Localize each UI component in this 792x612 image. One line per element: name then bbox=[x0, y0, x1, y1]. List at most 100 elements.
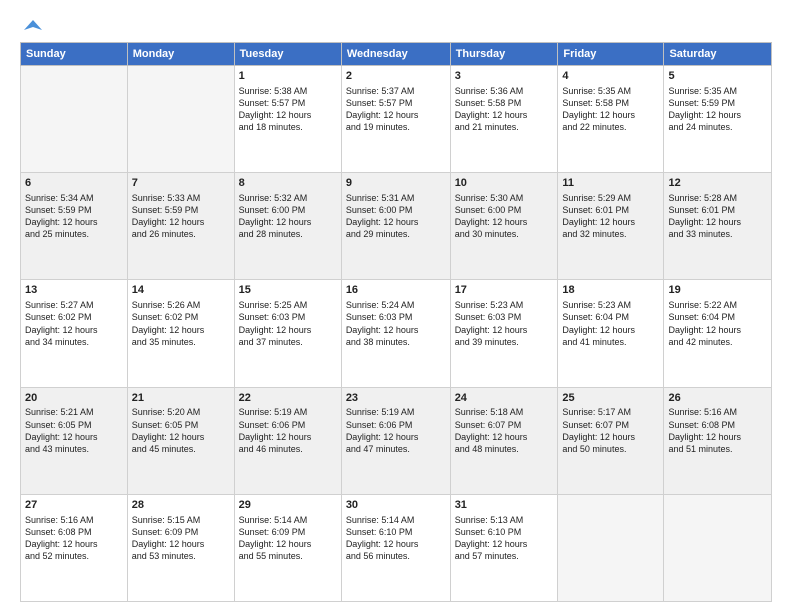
calendar-cell: 10Sunrise: 5:30 AM Sunset: 6:00 PM Dayli… bbox=[450, 173, 558, 280]
day-number: 27 bbox=[25, 498, 123, 513]
calendar-cell: 14Sunrise: 5:26 AM Sunset: 6:02 PM Dayli… bbox=[127, 280, 234, 387]
day-info: Sunrise: 5:34 AM Sunset: 5:59 PM Dayligh… bbox=[25, 192, 123, 241]
day-info: Sunrise: 5:14 AM Sunset: 6:09 PM Dayligh… bbox=[239, 514, 337, 563]
day-info: Sunrise: 5:13 AM Sunset: 6:10 PM Dayligh… bbox=[455, 514, 554, 563]
calendar-cell: 24Sunrise: 5:18 AM Sunset: 6:07 PM Dayli… bbox=[450, 387, 558, 494]
day-number: 28 bbox=[132, 498, 230, 513]
calendar-cell: 11Sunrise: 5:29 AM Sunset: 6:01 PM Dayli… bbox=[558, 173, 664, 280]
day-info: Sunrise: 5:19 AM Sunset: 6:06 PM Dayligh… bbox=[239, 406, 337, 455]
calendar-cell: 8Sunrise: 5:32 AM Sunset: 6:00 PM Daylig… bbox=[234, 173, 341, 280]
calendar-table: SundayMondayTuesdayWednesdayThursdayFrid… bbox=[20, 42, 772, 602]
day-info: Sunrise: 5:23 AM Sunset: 6:03 PM Dayligh… bbox=[455, 299, 554, 348]
calendar-cell: 29Sunrise: 5:14 AM Sunset: 6:09 PM Dayli… bbox=[234, 494, 341, 601]
day-number: 6 bbox=[25, 176, 123, 191]
day-number: 12 bbox=[668, 176, 767, 191]
calendar-cell bbox=[127, 66, 234, 173]
day-info: Sunrise: 5:35 AM Sunset: 5:59 PM Dayligh… bbox=[668, 85, 767, 134]
day-number: 30 bbox=[346, 498, 446, 513]
day-info: Sunrise: 5:27 AM Sunset: 6:02 PM Dayligh… bbox=[25, 299, 123, 348]
day-info: Sunrise: 5:20 AM Sunset: 6:05 PM Dayligh… bbox=[132, 406, 230, 455]
day-number: 16 bbox=[346, 283, 446, 298]
day-info: Sunrise: 5:30 AM Sunset: 6:00 PM Dayligh… bbox=[455, 192, 554, 241]
day-info: Sunrise: 5:23 AM Sunset: 6:04 PM Dayligh… bbox=[562, 299, 659, 348]
calendar-cell bbox=[558, 494, 664, 601]
day-number: 20 bbox=[25, 391, 123, 406]
calendar-header-saturday: Saturday bbox=[664, 43, 772, 66]
calendar-cell: 15Sunrise: 5:25 AM Sunset: 6:03 PM Dayli… bbox=[234, 280, 341, 387]
calendar-week-row: 20Sunrise: 5:21 AM Sunset: 6:05 PM Dayli… bbox=[21, 387, 772, 494]
logo-bird-icon bbox=[22, 16, 44, 38]
day-number: 3 bbox=[455, 69, 554, 84]
calendar-cell: 21Sunrise: 5:20 AM Sunset: 6:05 PM Dayli… bbox=[127, 387, 234, 494]
day-number: 26 bbox=[668, 391, 767, 406]
day-info: Sunrise: 5:16 AM Sunset: 6:08 PM Dayligh… bbox=[25, 514, 123, 563]
calendar-cell: 9Sunrise: 5:31 AM Sunset: 6:00 PM Daylig… bbox=[341, 173, 450, 280]
page: SundayMondayTuesdayWednesdayThursdayFrid… bbox=[0, 0, 792, 612]
calendar-cell: 20Sunrise: 5:21 AM Sunset: 6:05 PM Dayli… bbox=[21, 387, 128, 494]
calendar-header-monday: Monday bbox=[127, 43, 234, 66]
calendar-cell: 23Sunrise: 5:19 AM Sunset: 6:06 PM Dayli… bbox=[341, 387, 450, 494]
day-number: 21 bbox=[132, 391, 230, 406]
day-number: 5 bbox=[668, 69, 767, 84]
calendar-cell: 26Sunrise: 5:16 AM Sunset: 6:08 PM Dayli… bbox=[664, 387, 772, 494]
day-info: Sunrise: 5:26 AM Sunset: 6:02 PM Dayligh… bbox=[132, 299, 230, 348]
day-info: Sunrise: 5:37 AM Sunset: 5:57 PM Dayligh… bbox=[346, 85, 446, 134]
calendar-cell: 31Sunrise: 5:13 AM Sunset: 6:10 PM Dayli… bbox=[450, 494, 558, 601]
calendar-cell: 6Sunrise: 5:34 AM Sunset: 5:59 PM Daylig… bbox=[21, 173, 128, 280]
calendar-week-row: 1Sunrise: 5:38 AM Sunset: 5:57 PM Daylig… bbox=[21, 66, 772, 173]
day-number: 7 bbox=[132, 176, 230, 191]
header bbox=[20, 16, 772, 34]
calendar-cell bbox=[21, 66, 128, 173]
calendar-cell: 18Sunrise: 5:23 AM Sunset: 6:04 PM Dayli… bbox=[558, 280, 664, 387]
day-info: Sunrise: 5:18 AM Sunset: 6:07 PM Dayligh… bbox=[455, 406, 554, 455]
day-info: Sunrise: 5:16 AM Sunset: 6:08 PM Dayligh… bbox=[668, 406, 767, 455]
calendar-cell: 17Sunrise: 5:23 AM Sunset: 6:03 PM Dayli… bbox=[450, 280, 558, 387]
day-number: 22 bbox=[239, 391, 337, 406]
calendar-week-row: 6Sunrise: 5:34 AM Sunset: 5:59 PM Daylig… bbox=[21, 173, 772, 280]
day-info: Sunrise: 5:25 AM Sunset: 6:03 PM Dayligh… bbox=[239, 299, 337, 348]
calendar-cell: 25Sunrise: 5:17 AM Sunset: 6:07 PM Dayli… bbox=[558, 387, 664, 494]
day-number: 17 bbox=[455, 283, 554, 298]
calendar-cell: 19Sunrise: 5:22 AM Sunset: 6:04 PM Dayli… bbox=[664, 280, 772, 387]
day-info: Sunrise: 5:31 AM Sunset: 6:00 PM Dayligh… bbox=[346, 192, 446, 241]
day-number: 15 bbox=[239, 283, 337, 298]
calendar-cell: 1Sunrise: 5:38 AM Sunset: 5:57 PM Daylig… bbox=[234, 66, 341, 173]
calendar-cell: 4Sunrise: 5:35 AM Sunset: 5:58 PM Daylig… bbox=[558, 66, 664, 173]
calendar-week-row: 13Sunrise: 5:27 AM Sunset: 6:02 PM Dayli… bbox=[21, 280, 772, 387]
calendar-cell: 28Sunrise: 5:15 AM Sunset: 6:09 PM Dayli… bbox=[127, 494, 234, 601]
day-info: Sunrise: 5:14 AM Sunset: 6:10 PM Dayligh… bbox=[346, 514, 446, 563]
calendar-cell: 22Sunrise: 5:19 AM Sunset: 6:06 PM Dayli… bbox=[234, 387, 341, 494]
calendar-header-wednesday: Wednesday bbox=[341, 43, 450, 66]
day-number: 29 bbox=[239, 498, 337, 513]
day-number: 13 bbox=[25, 283, 123, 298]
day-number: 9 bbox=[346, 176, 446, 191]
calendar-cell: 30Sunrise: 5:14 AM Sunset: 6:10 PM Dayli… bbox=[341, 494, 450, 601]
day-number: 14 bbox=[132, 283, 230, 298]
day-info: Sunrise: 5:15 AM Sunset: 6:09 PM Dayligh… bbox=[132, 514, 230, 563]
calendar-week-row: 27Sunrise: 5:16 AM Sunset: 6:08 PM Dayli… bbox=[21, 494, 772, 601]
calendar-header-tuesday: Tuesday bbox=[234, 43, 341, 66]
day-info: Sunrise: 5:33 AM Sunset: 5:59 PM Dayligh… bbox=[132, 192, 230, 241]
day-info: Sunrise: 5:19 AM Sunset: 6:06 PM Dayligh… bbox=[346, 406, 446, 455]
calendar-header-thursday: Thursday bbox=[450, 43, 558, 66]
day-number: 31 bbox=[455, 498, 554, 513]
day-number: 25 bbox=[562, 391, 659, 406]
calendar-header-row: SundayMondayTuesdayWednesdayThursdayFrid… bbox=[21, 43, 772, 66]
calendar-cell: 27Sunrise: 5:16 AM Sunset: 6:08 PM Dayli… bbox=[21, 494, 128, 601]
day-info: Sunrise: 5:35 AM Sunset: 5:58 PM Dayligh… bbox=[562, 85, 659, 134]
day-info: Sunrise: 5:24 AM Sunset: 6:03 PM Dayligh… bbox=[346, 299, 446, 348]
calendar-cell: 3Sunrise: 5:36 AM Sunset: 5:58 PM Daylig… bbox=[450, 66, 558, 173]
calendar-cell: 13Sunrise: 5:27 AM Sunset: 6:02 PM Dayli… bbox=[21, 280, 128, 387]
day-number: 24 bbox=[455, 391, 554, 406]
calendar-cell: 5Sunrise: 5:35 AM Sunset: 5:59 PM Daylig… bbox=[664, 66, 772, 173]
day-number: 19 bbox=[668, 283, 767, 298]
day-info: Sunrise: 5:28 AM Sunset: 6:01 PM Dayligh… bbox=[668, 192, 767, 241]
day-info: Sunrise: 5:22 AM Sunset: 6:04 PM Dayligh… bbox=[668, 299, 767, 348]
day-number: 10 bbox=[455, 176, 554, 191]
day-info: Sunrise: 5:32 AM Sunset: 6:00 PM Dayligh… bbox=[239, 192, 337, 241]
day-info: Sunrise: 5:21 AM Sunset: 6:05 PM Dayligh… bbox=[25, 406, 123, 455]
calendar-header-sunday: Sunday bbox=[21, 43, 128, 66]
day-number: 11 bbox=[562, 176, 659, 191]
day-info: Sunrise: 5:36 AM Sunset: 5:58 PM Dayligh… bbox=[455, 85, 554, 134]
day-info: Sunrise: 5:17 AM Sunset: 6:07 PM Dayligh… bbox=[562, 406, 659, 455]
